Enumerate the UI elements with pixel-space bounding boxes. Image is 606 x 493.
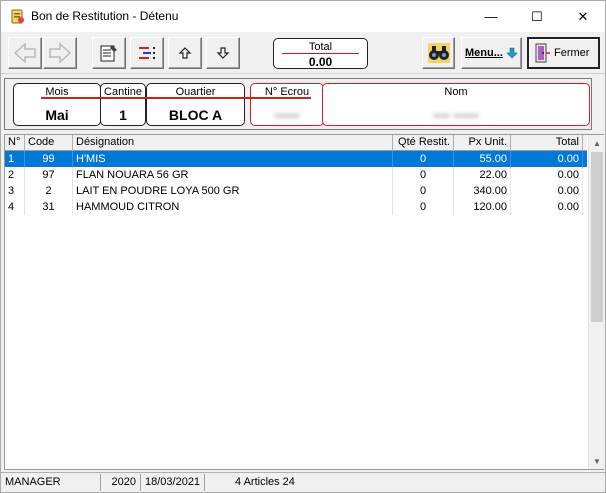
quartier-value: BLOC A — [168, 107, 223, 123]
cell-px: 22.00 — [454, 167, 511, 183]
table-row[interactable]: 2 97 FLAN NOUARA 56 GR 0 22.00 0.00 — [5, 167, 587, 183]
status-articles: 4 Articles 24 — [235, 476, 295, 488]
cell-designation: FLAN NOUARA 56 GR — [73, 167, 393, 183]
title-bar: Bon de Restitution - Détenu — ☐ ✕ — [1, 1, 605, 32]
status-date: 18/03/2021 — [141, 474, 205, 491]
cell-qte[interactable]: 0 — [393, 183, 454, 199]
cell-px: 120.00 — [454, 199, 511, 215]
cell-designation: H'MIS — [73, 151, 393, 167]
detainee-info-panel: Mois Mai Cantine 1 Ouartier BLOC A N° Ec… — [4, 78, 592, 130]
mois-value: Mai — [45, 107, 69, 123]
close-button[interactable]: ✕ — [560, 1, 606, 32]
table-row[interactable]: 1 99 H'MIS 0 55.00 0.00 — [5, 151, 587, 167]
arrow-down-icon — [216, 47, 230, 59]
cell-total: 0.00 — [511, 167, 583, 183]
menu-button[interactable]: Menu... — [461, 37, 522, 69]
table-row[interactable]: 3 2 LAIT EN POUDRE LOYA 500 GR 0 340.00 … — [5, 183, 587, 199]
cell-px: 340.00 — [454, 183, 511, 199]
total-divider — [282, 53, 359, 54]
table-row[interactable]: 4 31 HAMMOUD CITRON 0 120.00 0.00 — [5, 199, 587, 215]
list-icon — [139, 47, 155, 59]
arrow-right-icon — [49, 42, 72, 64]
cell-qte[interactable]: 0 — [393, 151, 454, 167]
window-title: Bon de Restitution - Détenu — [31, 9, 179, 23]
minimize-button[interactable]: — — [468, 1, 514, 32]
cell-no: 2 — [5, 167, 25, 183]
column-header-px[interactable]: Px Unit. — [454, 135, 511, 151]
scrollbar-thumb[interactable] — [591, 152, 603, 322]
column-header-no[interactable]: N° — [5, 135, 25, 151]
arrow-up-icon — [178, 47, 192, 59]
cell-no: 1 — [5, 151, 25, 167]
quartier-field: Ouartier BLOC A — [146, 83, 245, 126]
list-view-button[interactable] — [130, 37, 164, 69]
nom-label: Nom — [444, 86, 468, 98]
cell-total: 0.00 — [511, 183, 583, 199]
total-value: 0.00 — [308, 55, 333, 69]
cantine-field: Cantine 1 — [100, 83, 146, 126]
cell-qte[interactable]: 0 — [393, 199, 454, 215]
header-red-rule — [41, 97, 311, 99]
arrow-down-icon — [506, 47, 518, 59]
vertical-scrollbar[interactable]: ▲ ▼ — [588, 135, 604, 469]
search-button[interactable] — [422, 37, 455, 69]
cell-designation: HAMMOUD CITRON — [73, 199, 393, 215]
fermer-label: Fermer — [554, 47, 590, 59]
nom-field: Nom •••• •••••• — [322, 83, 590, 126]
cell-px: 55.00 — [454, 151, 511, 167]
total-display: Total 0.00 — [273, 38, 368, 69]
ecrou-value: •••••• — [274, 109, 300, 123]
scroll-up-icon[interactable]: ▲ — [589, 135, 605, 151]
menu-label: Menu... — [465, 47, 503, 59]
cell-qte[interactable]: 0 — [393, 167, 454, 183]
cantine-value: 1 — [119, 107, 127, 123]
next-button[interactable] — [43, 37, 77, 69]
maximize-button[interactable]: ☐ — [514, 1, 560, 32]
grid-header: N° Code Désignation Qté Restit. Px Unit.… — [5, 135, 587, 151]
arrow-left-icon — [13, 42, 36, 64]
column-header-code[interactable]: Code — [25, 135, 73, 151]
toolbar: Total 0.00 Menu... Fermer — [1, 32, 605, 74]
scroll-down-icon[interactable]: ▼ — [589, 453, 605, 469]
column-header-total[interactable]: Total — [511, 135, 583, 151]
previous-button[interactable] — [8, 37, 42, 69]
cell-designation: LAIT EN POUDRE LOYA 500 GR — [73, 183, 393, 199]
items-grid[interactable]: N° Code Désignation Qté Restit. Px Unit.… — [4, 134, 604, 470]
cell-total: 0.00 — [511, 151, 583, 167]
app-icon — [11, 9, 24, 24]
cell-code: 97 — [25, 167, 73, 183]
total-label: Total — [308, 41, 333, 53]
fermer-button[interactable]: Fermer — [527, 37, 600, 69]
status-bar: MANAGER 2020 18/03/2021 4 Articles 24 — [1, 472, 605, 492]
status-user: MANAGER — [1, 474, 101, 491]
status-year: 2020 — [101, 474, 141, 491]
nom-value: •••• •••••• — [433, 109, 479, 123]
cell-code: 31 — [25, 199, 73, 215]
mois-field: Mois Mai — [13, 83, 101, 126]
document-edit-icon — [100, 45, 117, 62]
edit-document-button[interactable] — [92, 37, 126, 69]
column-header-qte[interactable]: Qté Restit. — [393, 135, 454, 151]
move-down-button[interactable] — [206, 37, 240, 69]
ecrou-field: N° Ecrou •••••• — [250, 83, 324, 126]
restitution-window: Bon de Restitution - Détenu — ☐ ✕ Total … — [0, 0, 606, 493]
cell-code: 2 — [25, 183, 73, 199]
binoculars-icon — [427, 43, 450, 63]
cell-total: 0.00 — [511, 199, 583, 215]
cell-code: 99 — [25, 151, 73, 167]
cell-no: 3 — [5, 183, 25, 199]
column-header-designation[interactable]: Désignation — [73, 135, 393, 151]
move-up-button[interactable] — [168, 37, 202, 69]
cell-no: 4 — [5, 199, 25, 215]
exit-door-icon — [535, 43, 550, 63]
